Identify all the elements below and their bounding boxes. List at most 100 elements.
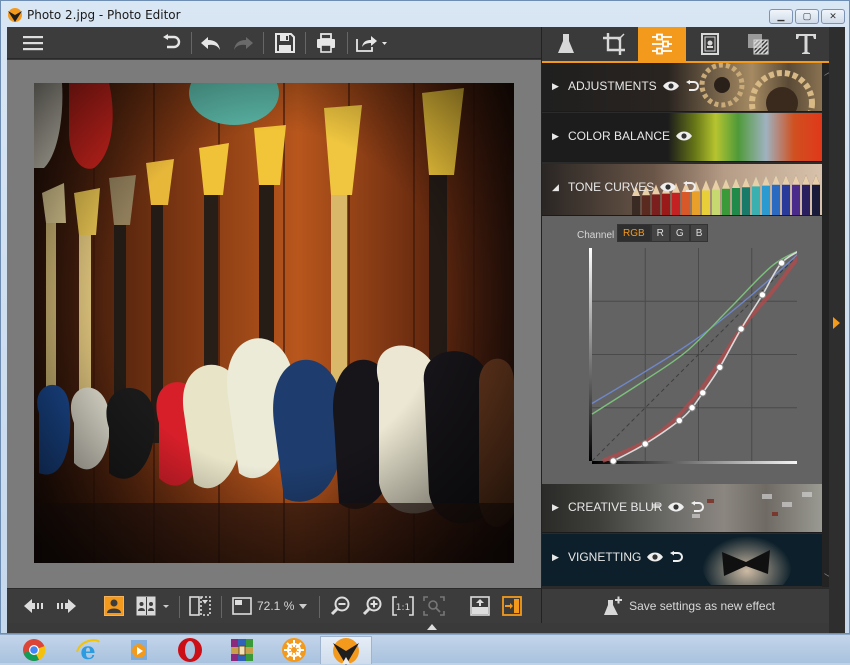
taskbar-opera[interactable] xyxy=(164,636,216,664)
zoom-preset-button[interactable] xyxy=(231,595,253,617)
tab-textures[interactable] xyxy=(734,27,782,61)
curve-control-point[interactable] xyxy=(609,457,617,465)
section-color-balance[interactable]: ▶ COLOR BALANCE xyxy=(542,113,822,162)
flask-plus-icon xyxy=(604,596,623,615)
undo-button[interactable] xyxy=(199,31,223,55)
zoom-frame-icon xyxy=(232,597,252,615)
curve-control-point[interactable] xyxy=(716,363,724,371)
expand-arrow-icon: ▶ xyxy=(552,501,559,512)
visibility-eye-icon[interactable] xyxy=(662,81,679,91)
tab-adjust[interactable] xyxy=(638,27,686,61)
fit-to-screen-button[interactable] xyxy=(423,595,445,617)
next-photo-button[interactable] xyxy=(53,595,77,617)
visibility-eye-icon[interactable] xyxy=(647,552,664,562)
section-label: ADJUSTMENTS xyxy=(568,79,657,93)
save-button[interactable] xyxy=(273,31,297,55)
curve-control-point[interactable] xyxy=(675,416,684,425)
curve-control-point[interactable] xyxy=(699,389,707,397)
visibility-eye-icon[interactable] xyxy=(676,131,693,141)
panel-collapse-handle[interactable] xyxy=(829,27,845,633)
guitar-photo xyxy=(34,83,514,563)
zoom-in-icon xyxy=(362,596,382,616)
collapse-arrow-icon: ◢ xyxy=(552,181,559,192)
expand-arrow-icon: ▶ xyxy=(552,130,559,141)
single-view-button[interactable] xyxy=(103,595,125,617)
panel-tabs xyxy=(542,27,836,63)
curve-control-point[interactable] xyxy=(737,325,745,333)
taskbar-chrome[interactable] xyxy=(8,636,60,664)
export-icon xyxy=(470,596,490,616)
close-button[interactable]: ✕ xyxy=(821,9,845,24)
section-vignetting[interactable]: ▶ VIGNETTING xyxy=(542,534,822,586)
taskbar-internet-explorer[interactable]: e xyxy=(62,636,114,664)
tab-frames[interactable] xyxy=(686,27,734,61)
section-label: TONE CURVES xyxy=(568,180,655,194)
reset-icon[interactable] xyxy=(690,501,705,513)
status-strip xyxy=(7,623,835,633)
internet-explorer-icon: e xyxy=(76,638,100,662)
canvas-area[interactable] xyxy=(7,60,541,588)
section-tone-curves[interactable]: ◢ TONE CURVES xyxy=(542,164,822,216)
fit-screen-icon xyxy=(423,596,445,616)
taskbar-orange-app[interactable] xyxy=(268,636,320,664)
flask-icon xyxy=(558,34,574,53)
reset-icon[interactable] xyxy=(685,80,699,92)
curve-control-point[interactable] xyxy=(758,291,767,299)
section-label: VIGNETTING xyxy=(568,550,642,564)
curve-control-point[interactable] xyxy=(641,440,649,448)
toggle-panel-button[interactable] xyxy=(501,595,523,617)
reset-icon[interactable] xyxy=(669,551,684,563)
zoom-out-icon xyxy=(330,596,350,616)
prev-photo-button[interactable] xyxy=(23,595,47,617)
tab-text[interactable] xyxy=(782,27,830,61)
zoom-dropdown-button[interactable] xyxy=(297,595,309,617)
compare-view-icon xyxy=(136,596,169,616)
taskbar-winrar[interactable] xyxy=(216,636,268,664)
revert-button[interactable] xyxy=(159,31,183,55)
tab-effects[interactable] xyxy=(542,27,590,61)
tab-crop[interactable] xyxy=(590,27,638,61)
opera-icon xyxy=(178,638,202,662)
photo-editor-app-icon xyxy=(333,637,359,665)
compare-view-button[interactable] xyxy=(135,595,171,617)
chevron-down-icon xyxy=(299,603,307,609)
winrar-icon xyxy=(231,639,253,661)
adjustment-sections: ▶ ADJUSTMENTS ▶ COLOR BALANCE ◢ TONE CUR… xyxy=(542,63,822,587)
section-adjustments[interactable]: ▶ ADJUSTMENTS xyxy=(542,63,822,112)
before-after-button[interactable] xyxy=(189,595,211,617)
maximize-button[interactable]: ▢ xyxy=(795,9,819,24)
app-logo-icon xyxy=(8,8,22,22)
redo-button[interactable] xyxy=(231,31,255,55)
visibility-eye-icon[interactable] xyxy=(668,502,685,512)
sliders-icon xyxy=(652,33,672,55)
expand-filmstrip-icon[interactable] xyxy=(427,624,437,630)
visibility-eye-icon[interactable] xyxy=(660,182,677,192)
save-as-effect-button[interactable]: Save settings as new effect xyxy=(542,588,836,623)
input-gradient-bar xyxy=(592,461,797,464)
zoom-out-button[interactable] xyxy=(329,595,351,617)
share-button[interactable] xyxy=(355,31,389,55)
export-button[interactable] xyxy=(469,595,491,617)
curve-control-point[interactable] xyxy=(777,259,786,267)
undo-icon xyxy=(201,37,220,50)
title-bar: Photo 2.jpg - Photo Editor ▁ ▢ ✕ xyxy=(1,1,850,29)
actual-size-button[interactable]: 1:1 xyxy=(392,595,414,617)
media-player-icon xyxy=(131,640,147,660)
curve-control-point[interactable] xyxy=(688,404,696,412)
arrow-right-icon xyxy=(57,599,76,613)
redo-icon xyxy=(234,37,253,50)
reset-icon[interactable] xyxy=(682,181,697,193)
menu-button[interactable] xyxy=(21,31,45,55)
zoom-in-button[interactable] xyxy=(361,595,383,617)
print-button[interactable] xyxy=(314,31,338,55)
top-toolbar xyxy=(7,27,541,59)
section-creative-blur[interactable]: ▶ CREATIVE BLUR xyxy=(542,484,822,533)
taskbar-media-player[interactable] xyxy=(114,636,166,664)
taskbar-photo-editor[interactable] xyxy=(320,636,372,665)
zoom-level[interactable]: 72.1 % xyxy=(257,599,294,613)
minimize-button[interactable]: ▁ xyxy=(769,9,793,24)
single-view-icon xyxy=(104,596,124,616)
curve-graph[interactable] xyxy=(567,236,797,466)
output-gradient-bar xyxy=(589,248,592,461)
photo-canvas[interactable] xyxy=(34,83,514,563)
